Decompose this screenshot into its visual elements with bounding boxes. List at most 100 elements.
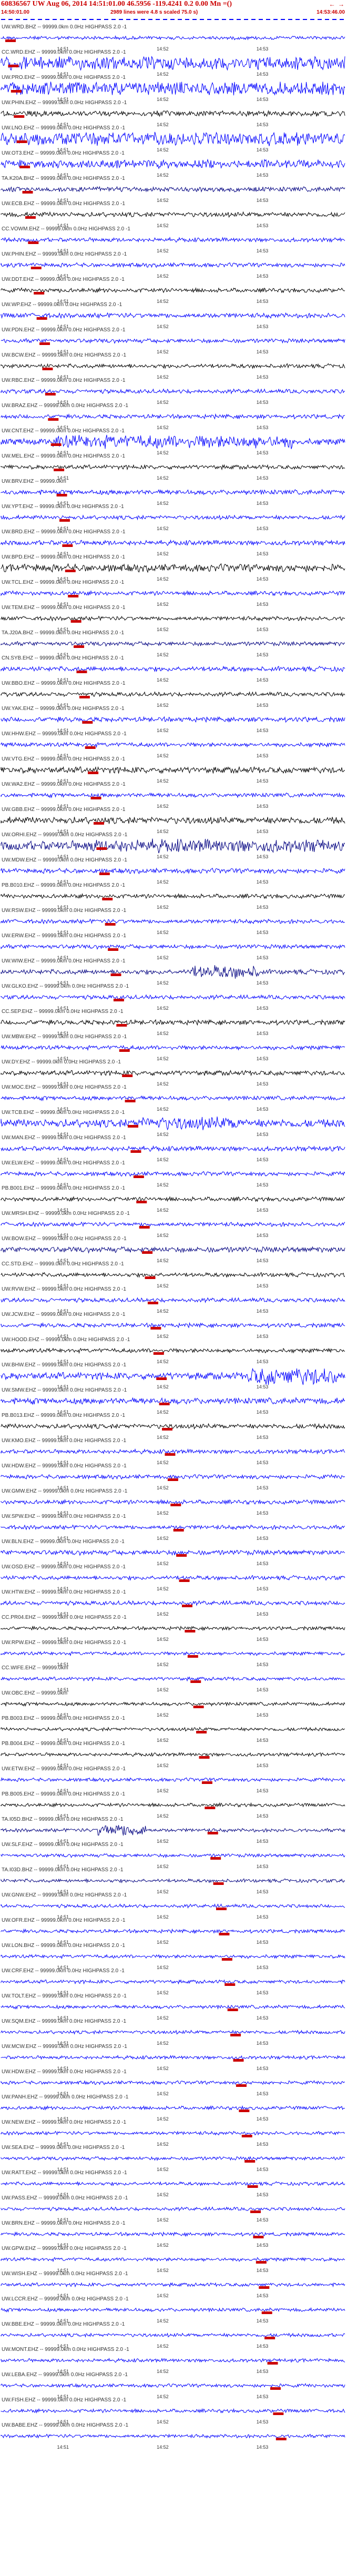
trace-row: UW.WIW.EHZ -- 99999.0km 0.0Hz HIGHPASS 2… [1, 958, 345, 986]
trace-row: UW.MCW.EHZ -- 99999.0km 0.0Hz HIGHPASS 2… [1, 2044, 345, 2071]
time-tick-label: 14:53 [257, 1611, 269, 1617]
time-tick-label: 14:53 [257, 1813, 269, 1819]
time-tick-label: 14:53 [257, 2142, 269, 2147]
pick-marker [68, 595, 79, 597]
trace-label: UW.BHW.EHZ -- 99999.0km 0.0Hz HIGHPASS 2… [2, 1362, 127, 1368]
time-tick-label: 14:52 [157, 829, 169, 834]
trace-row: UW.ERW.EHZ -- 99999.0km 0.0Hz HIGHPASS 2… [1, 933, 345, 960]
trace-label: UW.TCB.EHZ -- 99999.0km 0.0Hz HIGHPASS 2… [2, 1110, 125, 1115]
time-tick-label: 14:52 [157, 1839, 169, 1844]
waveform [1, 363, 345, 370]
pick-marker [34, 292, 45, 295]
waveform [1, 1297, 345, 1304]
time-tick-label: 14:52 [157, 2369, 169, 2374]
time-tick-label: 14:52 [157, 2318, 169, 2324]
trace-row: UW.BOW.EHZ -- 99999.0km 0.0Hz HIGHPASS 2… [1, 1236, 345, 1263]
pick-marker [93, 822, 104, 825]
trace-label: TA.K20A.BHZ -- 99999.0km 0.0Hz HIGHPASS … [2, 176, 125, 181]
trace-label: UW.PRO.EHZ -- 99999.0km 0.0Hz HIGHPASS 2… [2, 75, 126, 80]
trace-label: UW.MRSH.EHZ -- 99999.0km 0.0Hz HIGHPASS … [2, 1211, 130, 1216]
time-tick-label: 14:53 [257, 1940, 269, 1945]
record-header: 60836567 UW Aug 06, 2014 14:51:01.00 46.… [0, 0, 347, 23]
time-tick-label: 14:53 [257, 198, 269, 203]
time-tick-label: 14:52 [157, 1712, 169, 1718]
waveform [1, 2206, 345, 2212]
waveform [1, 742, 345, 748]
trace-label: CC.PR04.EHZ -- 99999.0km 0.0Hz HIGHPASS … [2, 1615, 127, 1620]
waveform [1, 1474, 345, 1480]
pick-marker [236, 2084, 247, 2087]
time-tick-label: 14:53 [257, 728, 269, 733]
trace-row: UW.BBE.EHZ -- 99999.0km 0.0Hz HIGHPASS 2… [1, 2321, 345, 2349]
pick-marker [76, 671, 87, 673]
waveform [1, 2105, 345, 2111]
time-tick-label: 14:53 [257, 248, 269, 253]
nav-arrows[interactable]: ← → [329, 1, 345, 8]
trace-row: UW.MEL.EHZ -- 99999.0km 0.0Hz HIGHPASS 2… [1, 453, 345, 481]
time-tick-label: 14:53 [257, 854, 269, 859]
trace-row: UW.VTG.EHZ -- 99999.0km 0.0Hz HIGHPASS 2… [1, 756, 345, 784]
pick-marker [250, 2210, 261, 2213]
pick-marker [110, 973, 121, 976]
pick-marker [219, 1933, 230, 1935]
waveform [1, 1701, 345, 1707]
trace-row: UW.SQM.EHZ -- 99999.0km 0.0Hz HIGHPASS 2… [1, 2019, 345, 2046]
time-tick-label: 14:52 [157, 1586, 169, 1591]
time-tick-label: 14:52 [157, 1384, 169, 1390]
trace-label: UW.TEM.EHZ -- 99999.0km 0.0Hz HIGHPASS 2… [2, 605, 126, 611]
trace-label: UW.MDW.EHZ -- 99999.0km 0.0Hz HIGHPASS 2… [2, 857, 127, 863]
pick-marker [16, 140, 27, 143]
time-tick-label: 14:53 [257, 349, 269, 354]
trace-label: UW.GBB.EHZ -- 99999.0km 0.0Hz HIGHPASS 2… [2, 807, 126, 813]
time-tick-label: 14:53 [257, 425, 269, 430]
waveform [1, 186, 345, 193]
trace-row: UW.MBW.EHZ -- 99999.0km 0.0Hz HIGHPASS 2… [1, 1034, 345, 1061]
trace-row: UW.MRSH.EHZ -- 99999.0km 0.0Hz HIGHPASS … [1, 1211, 345, 1238]
trace-label: UW.TOLT.EHZ -- 99999.0km 0.0Hz HIGHPASS … [2, 1993, 127, 1999]
trace-label: UW.OT3.EHZ -- 99999.0km 0.0Hz HIGHPASS 2… [2, 150, 125, 156]
time-tick-label: 14:53 [257, 2394, 269, 2399]
trace-label: UW.WP.EHZ -- 99999.0km 0.0Hz HIGHPASS 2.… [2, 302, 123, 308]
waveform [1, 1752, 345, 1757]
waveform [1, 2231, 345, 2237]
trace-row: UW.GBB.EHZ -- 99999.0km 0.0Hz HIGHPASS 2… [1, 807, 345, 834]
time-tick-label: 14:53 [257, 2041, 269, 2046]
pick-marker [275, 2438, 287, 2440]
time-tick-label: 14:52 [157, 1637, 169, 1642]
time-tick-label: 14:53 [257, 1990, 269, 1995]
start-time: 14:50:01.00 [1, 9, 29, 15]
waveform [1, 1825, 345, 1836]
time-tick-label: 14:52 [157, 198, 169, 203]
waveform [1, 2181, 345, 2187]
time-tick-label: 14:52 [157, 1359, 169, 1364]
pick-marker [42, 368, 53, 370]
time-tick-label: 14:52 [157, 1788, 169, 1793]
top-time-axis [1, 19, 344, 20]
trace-label: UW.MOC.EHZ -- 99999.0km 0.0Hz HIGHPASS 2… [2, 1084, 127, 1090]
trace-label: UW.BRD.EHZ -- 99999.0km 0.0Hz HIGHPASS 2… [2, 529, 126, 535]
time-tick-label: 14:52 [157, 425, 169, 430]
time-tick-label: 14:53 [257, 1283, 269, 1289]
time-tick-label: 14:53 [257, 2445, 269, 2450]
pick-marker [205, 1807, 216, 1809]
trace-label: UW.CNT.EHZ -- 99999.0km 0.0Hz HIGHPASS 2… [2, 428, 125, 434]
trace-label: UW.BABE.EHZ -- 99999.0km 0.0Hz HIGHPASS … [2, 2422, 128, 2428]
time-tick-label: 14:52 [157, 1864, 169, 1869]
trace-row: CC.VOWM.EHZ -- 99999.0km 0.0Hz HIGHPASS … [1, 226, 345, 253]
pick-marker [56, 494, 67, 496]
time-tick-label: 14:53 [257, 677, 269, 683]
trace-label: UW.CRF.EHZ -- 99999.0km 0.0Hz HIGHPASS 2… [2, 1968, 125, 1974]
waveform [1, 1777, 345, 1782]
pick-marker [113, 999, 124, 1001]
time-tick-label: 14:52 [157, 1409, 169, 1415]
time-tick-label: 14:52 [157, 1208, 169, 1213]
time-tick-label: 14:52 [157, 2091, 169, 2096]
pick-marker [119, 1049, 130, 1052]
waveform [1, 665, 345, 673]
pick-marker [259, 2286, 270, 2289]
time-tick-label: 14:52 [157, 2116, 169, 2122]
trace-row: UW.OFR.EHZ -- 99999.0km 0.0Hz HIGHPASS 2… [1, 1918, 345, 1945]
waveform [1, 1651, 345, 1657]
time-tick-label: 14:53 [257, 1309, 269, 1314]
time-tick-label: 14:52 [157, 299, 169, 304]
